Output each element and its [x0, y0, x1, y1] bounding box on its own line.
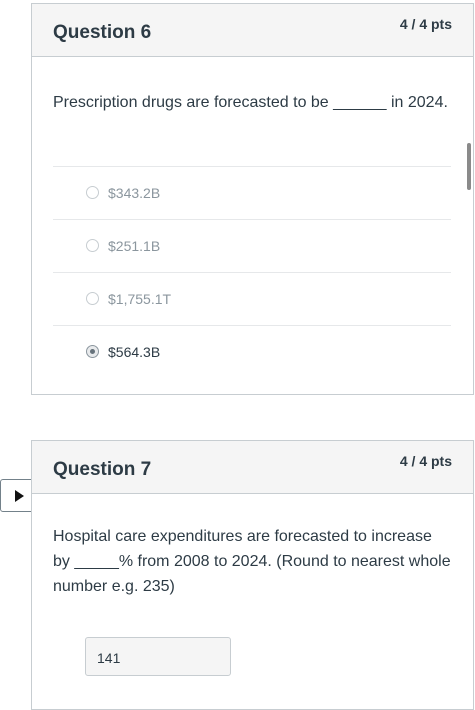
question-7-text: Hospital care expenditures are forecaste… — [53, 528, 451, 595]
answer-label: $343.2B — [108, 185, 161, 201]
question-6-points: 4 / 4 pts — [399, 16, 452, 32]
answer-option[interactable]: $343.2B — [53, 166, 451, 219]
question-7-title: Question 7 — [53, 459, 152, 480]
question-7-points: 4 / 4 pts — [399, 453, 452, 469]
radio-button[interactable] — [86, 239, 99, 252]
answer-option[interactable]: $251.1B — [53, 219, 451, 272]
question-7-header: Question 7 4 / 4 pts — [32, 441, 473, 494]
radio-button[interactable] — [86, 292, 99, 305]
answer-option-selected[interactable]: $564.3B — [53, 325, 451, 378]
radio-button-selected[interactable] — [86, 345, 99, 358]
question-6-card: Question 6 4 / 4 pts Prescription drugs … — [31, 3, 474, 395]
question-6-header: Question 6 4 / 4 pts — [32, 4, 473, 57]
answer-label: $251.1B — [108, 238, 161, 254]
question-6-text: Prescription drugs are forecasted to be … — [53, 94, 448, 111]
question-7-card: Question 7 4 / 4 pts Hospital care expen… — [31, 440, 474, 710]
answer-option[interactable]: $1,755.1T — [53, 272, 451, 325]
answer-label: $564.3B — [108, 344, 161, 360]
answer-label: $1,755.1T — [108, 291, 172, 307]
radio-button[interactable] — [86, 186, 99, 199]
question-6-title: Question 6 — [53, 22, 152, 43]
question-6-answers: $343.2B $251.1B $1,755.1T $564.3B — [53, 166, 451, 378]
answer-input[interactable]: 141 — [85, 637, 231, 676]
scrollbar-thumb[interactable] — [467, 143, 471, 190]
